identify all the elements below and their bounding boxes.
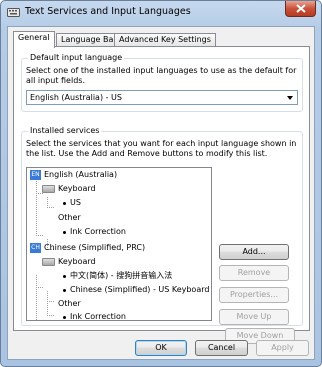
keyboard-app-icon [7,8,20,17]
installed-services-description: Select the services that you want for ea… [26,139,297,158]
default-language-group-label: Default input language [28,53,125,62]
tree-item-english-australia[interactable]: English (Australia) [44,170,117,180]
tree-item-en-other[interactable]: Other [58,213,81,223]
tree-item-ch-keyboard[interactable]: Keyboard [58,257,96,267]
apply-button[interactable]: Apply [256,340,309,356]
dialog-window: Text Services and Input Languages Genera… [0,0,322,367]
close-icon [296,4,306,13]
window-title: Text Services and Input Languages [25,6,191,17]
bullet-icon [63,289,66,292]
tab-advanced-key-settings[interactable]: Advanced Key Settings [114,33,216,47]
default-language-description: Select one of the installed input langua… [26,66,297,85]
tree-item-us-keyboard[interactable]: US [70,198,81,208]
dropdown-arrow-icon [287,96,293,100]
default-language-value: English (Australia) - US [30,93,122,102]
tree-item-ch-other[interactable]: Other [58,299,81,309]
properties-button[interactable]: Properties... [219,287,289,303]
ok-button[interactable]: OK [135,340,187,356]
bullet-icon [63,231,66,234]
title-bar[interactable]: Text Services and Input Languages [1,1,321,25]
remove-button[interactable]: Remove [219,265,289,281]
add-button[interactable]: Add... [219,244,289,260]
tab-general[interactable]: General [13,31,55,48]
general-tab-panel: Default input language Select one of the… [13,46,310,344]
move-up-button[interactable]: Move Up [219,309,289,325]
bullet-icon [63,202,66,205]
installed-services-group: Installed services Select the services t… [21,126,303,326]
tree-item-en-ink-correction[interactable]: Ink Correction [70,227,126,237]
tree-item-sogou-pinyin[interactable]: 中文(简体) - 搜狗拼音输入法 [70,271,172,281]
bullet-icon [63,275,66,278]
bullet-icon [63,316,66,319]
keyboard-icon [42,185,55,193]
tree-item-ch-ink-correction[interactable]: Ink Correction [70,312,126,320]
tree-item-chinese-simplified[interactable]: Chinese (Simplified, PRC) [44,243,145,253]
default-language-group: Default input language Select one of the… [21,53,303,112]
tree-item-chinese-us-keyboard[interactable]: Chinese (Simplified) - US Keyboard [70,285,209,295]
lang-badge-ch: CH [30,243,41,253]
default-language-dropdown[interactable]: English (Australia) - US [26,90,298,105]
lang-badge-en: EN [30,170,41,180]
installed-services-tree[interactable]: EN English (Australia) Keyboard US Other… [26,167,212,321]
tab-language-bar[interactable]: Language Bar [56,33,122,47]
dialog-body: General Language Bar Advanced Key Settin… [7,26,315,360]
cancel-button[interactable]: Cancel [195,340,248,356]
keyboard-icon [42,258,55,266]
tree-item-en-keyboard[interactable]: Keyboard [58,184,96,194]
close-button[interactable] [285,1,316,17]
installed-services-group-label: Installed services [28,126,102,135]
